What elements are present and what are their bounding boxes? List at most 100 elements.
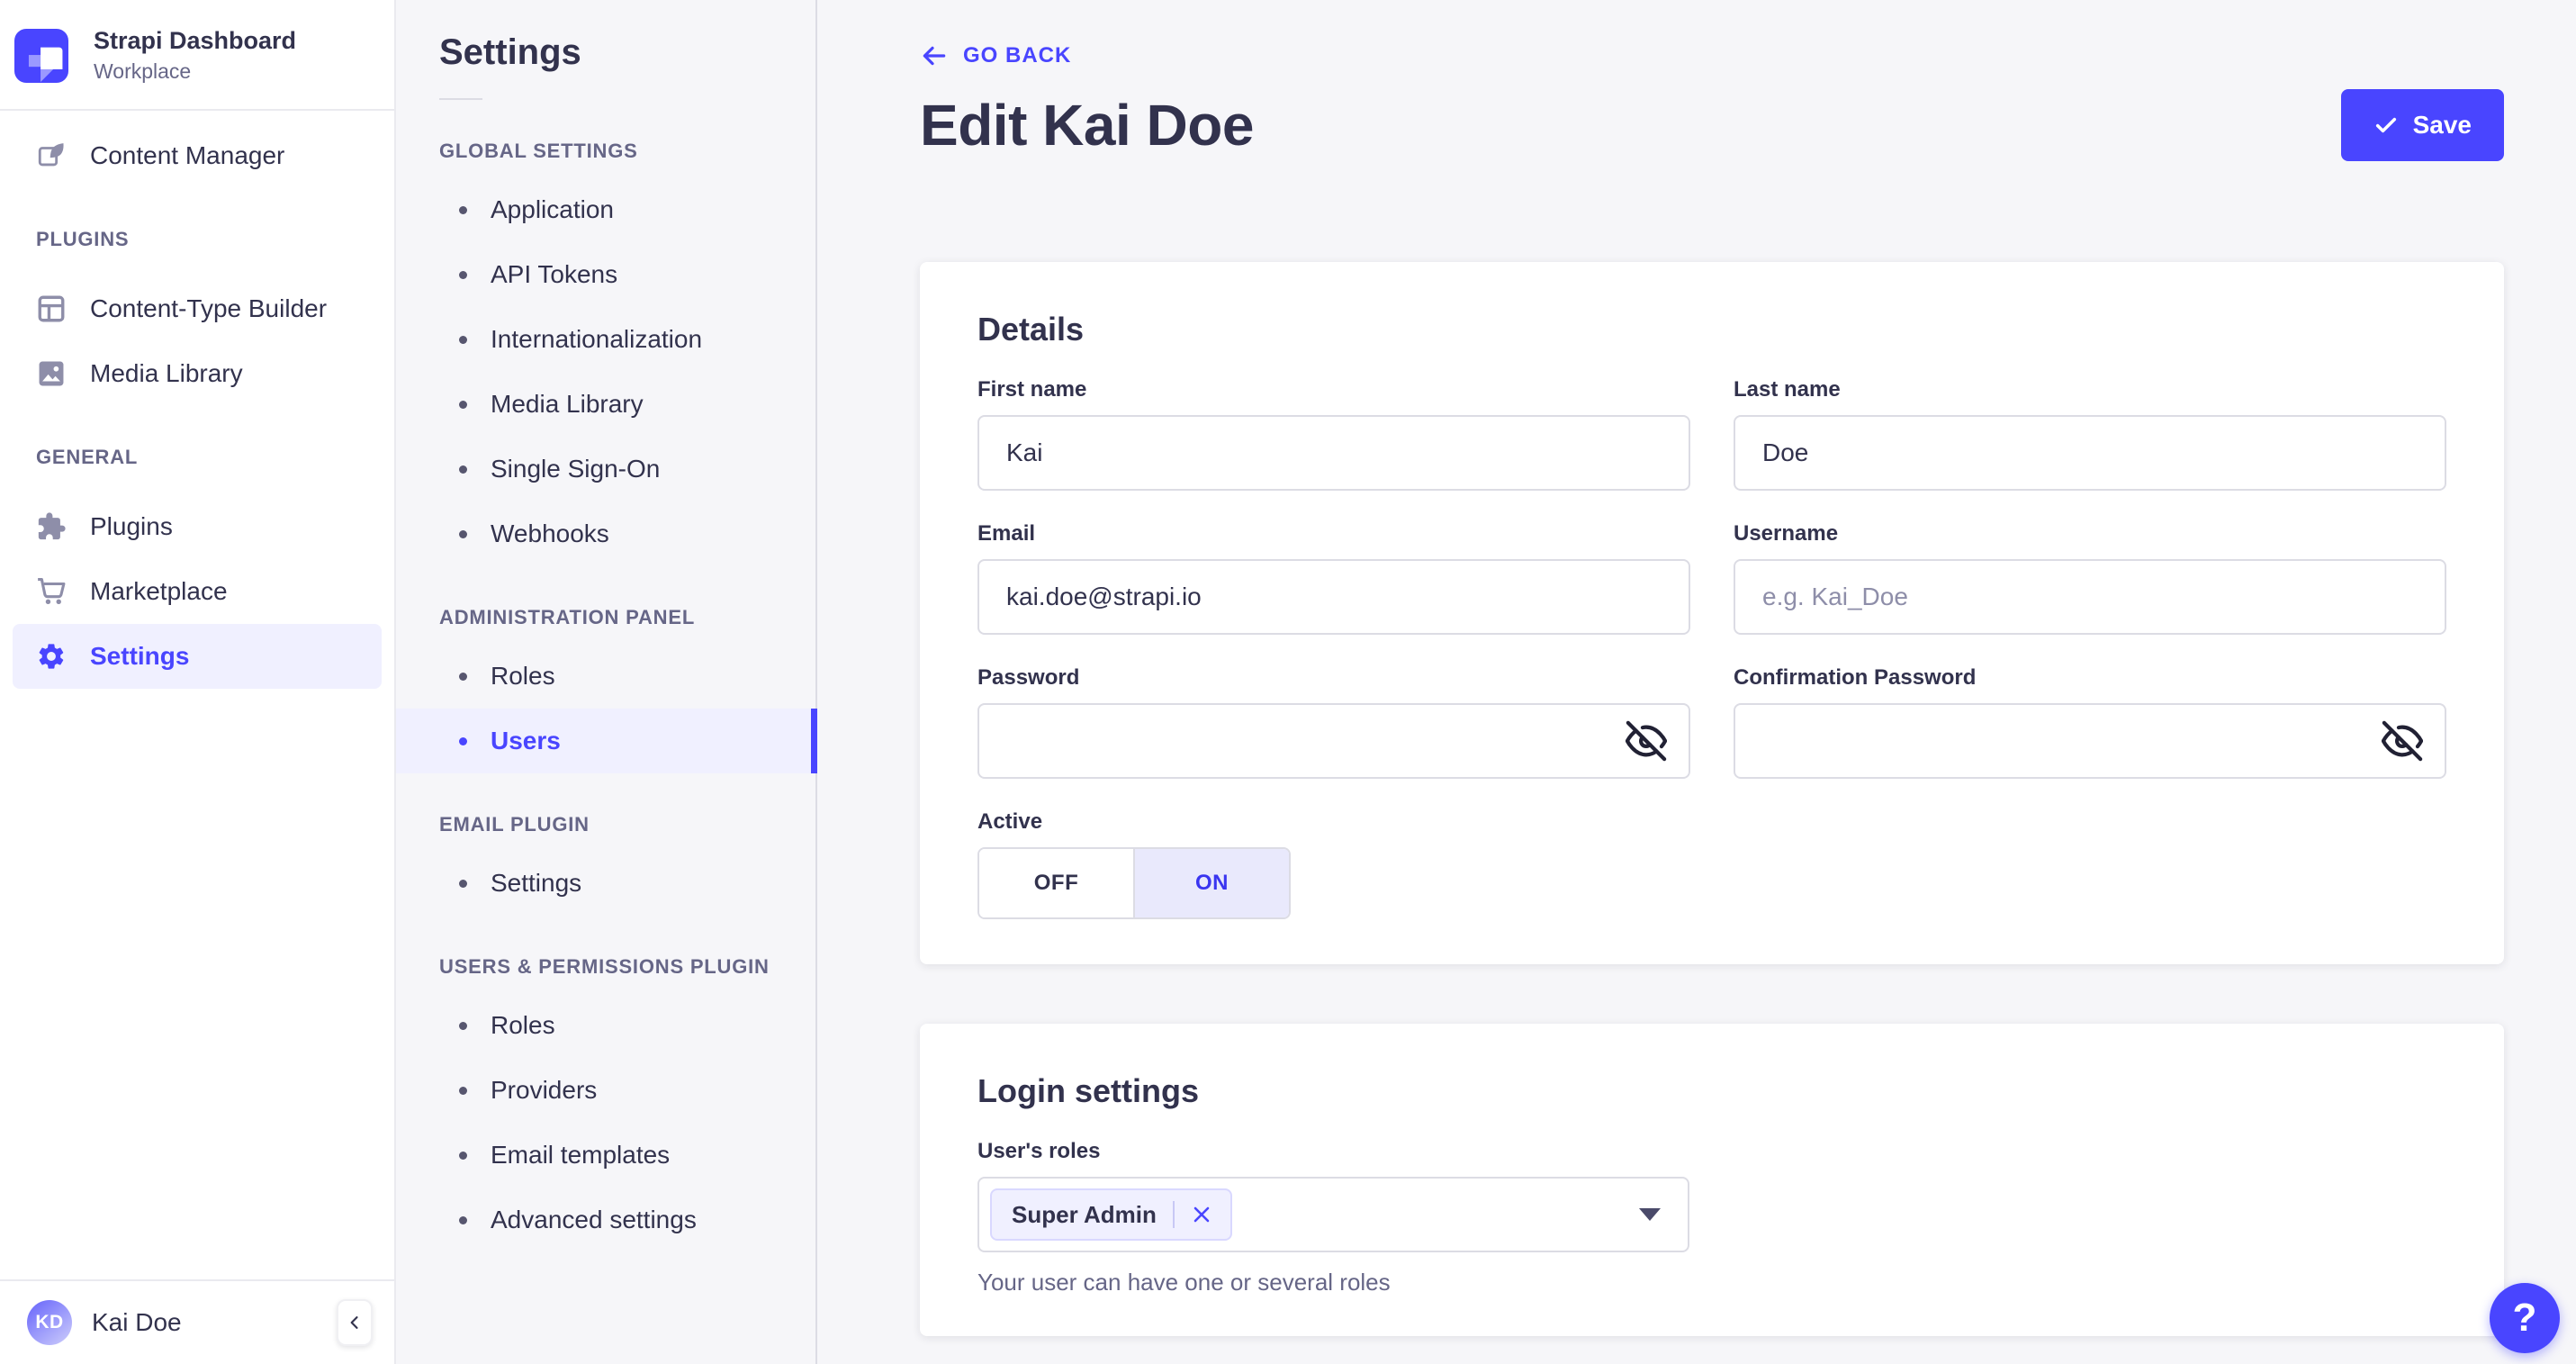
brand-title: Strapi Dashboard — [94, 27, 297, 54]
help-button[interactable]: ? — [2490, 1283, 2560, 1353]
user-roles-field-group: User's roles Super Admin Your user can h… — [977, 1139, 2446, 1296]
role-tag: Super Admin — [990, 1188, 1232, 1241]
subnav-item-label: Roles — [491, 662, 555, 690]
user-name: Kai Doe — [92, 1308, 182, 1336]
subnav-item-label: Users — [491, 727, 561, 754]
divider — [439, 98, 482, 100]
active-toggle: OFF ON — [977, 847, 1291, 919]
main-content: GO BACK Edit Kai Doe Save Details First … — [819, 0, 2576, 1364]
sidebar-item-label: Settings — [90, 642, 190, 671]
subnav-title: Settings — [439, 32, 581, 72]
subnav-section-administration-panel: ADMINISTRATION PANEL — [439, 606, 696, 628]
brand-subtitle: Workplace — [94, 59, 192, 84]
email-field-group: Email — [977, 521, 1690, 635]
email-field[interactable] — [977, 559, 1690, 635]
collapse-sidebar-button[interactable] — [337, 1299, 373, 1346]
bullet-icon — [459, 736, 467, 745]
eye-off-icon — [1625, 720, 1668, 762]
subnav-item-up-roles[interactable]: Roles — [396, 993, 815, 1058]
sidebar-section-general: GENERAL — [36, 446, 139, 469]
user-row: KD Kai Doe — [0, 1279, 394, 1364]
subnav-item-single-sign-on[interactable]: Single Sign-On — [396, 437, 815, 501]
login-settings-heading: Login settings — [977, 1072, 1199, 1109]
subnav-item-application[interactable]: Application — [396, 177, 815, 242]
save-button-label: Save — [2412, 111, 2472, 139]
bullet-icon — [459, 1086, 467, 1095]
confirmation-password-input[interactable] — [1734, 703, 2446, 779]
confirmation-password-visibility-toggle[interactable] — [2381, 720, 2424, 762]
check-icon — [2375, 117, 2396, 133]
subnav-item-admin-roles[interactable]: Roles — [396, 644, 815, 709]
puzzle-icon — [38, 512, 66, 540]
bullet-icon — [459, 672, 467, 681]
bullet-icon — [459, 400, 467, 409]
subnav-item-internationalization[interactable]: Internationalization — [396, 307, 815, 372]
sidebar-item-settings[interactable]: Settings — [13, 624, 382, 690]
remove-role-button[interactable] — [1191, 1204, 1212, 1225]
subnav-list: Roles Providers Email templates Advanced… — [396, 993, 815, 1252]
sidebar-item-media-library[interactable]: Media Library — [13, 341, 382, 406]
subnav-item-label: Media Library — [491, 390, 644, 418]
user-roles-label: User's roles — [977, 1139, 1101, 1163]
save-button[interactable]: Save — [2340, 89, 2504, 161]
subnav-item-email-settings[interactable]: Settings — [396, 851, 815, 916]
layout-icon — [38, 295, 65, 322]
arrow-left-icon — [923, 46, 946, 66]
sidebar-item-content-type-builder[interactable]: Content-Type Builder — [13, 276, 382, 341]
close-icon — [1193, 1206, 1210, 1223]
subnav-item-advanced-settings[interactable]: Advanced settings — [396, 1188, 815, 1252]
chevron-down-icon — [1639, 1208, 1661, 1221]
sidebar-item-content-manager[interactable]: Content Manager — [13, 123, 382, 188]
image-icon — [39, 361, 64, 386]
password-input[interactable] — [977, 703, 1690, 779]
avatar: KD — [27, 1300, 72, 1345]
username-field-group: Username — [1734, 521, 2446, 635]
subnav-item-api-tokens[interactable]: API Tokens — [396, 242, 815, 307]
roles-helper-text: Your user can have one or several roles — [977, 1269, 1391, 1296]
brand[interactable]: Strapi Dashboard Workplace — [0, 0, 394, 109]
subnav-item-email-templates[interactable]: Email templates — [396, 1123, 815, 1188]
subnav-item-admin-users[interactable]: Users — [396, 709, 817, 773]
username-label: Username — [1734, 521, 1839, 546]
last-name-field-group: Last name — [1734, 377, 2446, 491]
sidebar-item-plugins[interactable]: Plugins — [13, 494, 382, 559]
last-name-input[interactable] — [1734, 415, 2446, 491]
subnav-item-label: Advanced settings — [491, 1206, 697, 1233]
subnav-section-global-settings: GLOBAL SETTINGS — [439, 140, 638, 162]
last-name-label: Last name — [1734, 377, 1841, 402]
confirmation-password-label: Confirmation Password — [1734, 665, 1977, 690]
sidebar-item-label: Plugins — [90, 512, 173, 541]
subnav-item-media-library[interactable]: Media Library — [396, 372, 815, 437]
toggle-on-option[interactable]: ON — [1133, 849, 1289, 917]
toggle-off-option[interactable]: OFF — [979, 849, 1133, 917]
sidebar-item-marketplace[interactable]: Marketplace — [13, 559, 382, 624]
gear-icon — [39, 644, 64, 669]
chevron-left-icon — [350, 1316, 358, 1329]
go-back-link[interactable]: GO BACK — [920, 41, 1071, 70]
cart-icon — [38, 578, 66, 605]
subnav-item-providers[interactable]: Providers — [396, 1058, 815, 1123]
sidebar-item-label: Content Manager — [90, 141, 285, 170]
go-back-label: GO BACK — [963, 43, 1072, 68]
first-name-input[interactable] — [977, 415, 1690, 491]
subnav-item-label: Email templates — [491, 1141, 671, 1169]
brand-text: Strapi Dashboard Workplace — [94, 27, 296, 84]
password-visibility-toggle[interactable] — [1625, 720, 1668, 762]
subnav-item-label: Settings — [491, 869, 582, 897]
bullet-icon — [459, 1151, 467, 1160]
user-roles-select[interactable]: Super Admin — [977, 1177, 1689, 1252]
subnav-list: Application API Tokens Internationalizat… — [396, 177, 815, 566]
login-settings-card: Login settings User's roles Super Admin — [920, 1024, 2504, 1336]
role-tag-label: Super Admin — [1012, 1200, 1157, 1228]
bullet-icon — [459, 529, 467, 538]
bullet-icon — [459, 465, 467, 474]
confirmation-password-field-group: Confirmation Password — [1734, 665, 2446, 779]
username-input[interactable] — [1734, 559, 2446, 635]
subnav-item-webhooks[interactable]: Webhooks — [396, 501, 815, 566]
subnav-item-label: Providers — [491, 1076, 598, 1104]
sidebar-item-label: Content-Type Builder — [90, 294, 328, 323]
subnav-section-email-plugin: EMAIL PLUGIN — [439, 813, 590, 836]
details-card: Details First name Last name Email — [920, 262, 2504, 964]
strapi-logo-icon — [14, 28, 68, 83]
